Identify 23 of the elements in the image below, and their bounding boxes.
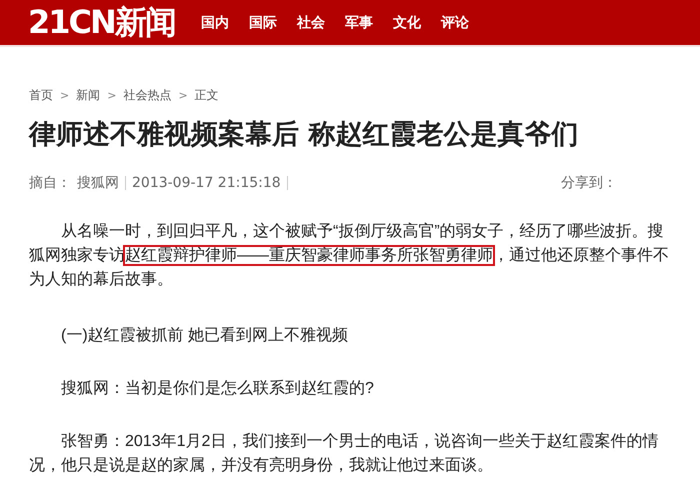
article-title: 律师述不雅视频案幕后 称赵红霞老公是真爷们 [29,118,580,152]
breadcrumb-link[interactable]: 新闻 [76,87,100,104]
article-paragraph: 张智勇：2013年1月2日，我们接到一个男士的电话，说咨询一些关于赵红霞案件的情况，他只是说是赵的家属，并没有亮明身份，我就让他过来面谈。 [29,431,660,476]
breadcrumb-link[interactable]: 首页 [29,87,53,104]
nav-link[interactable]: 文化 [392,14,421,32]
nav-link[interactable]: 国际 [248,14,277,32]
nav-link[interactable]: 军事 [344,14,373,32]
site-logo[interactable]: 21CN新闻 [28,0,175,44]
breadcrumb-link[interactable]: 社会热点 [123,87,172,104]
article-paragraph: 搜狐网：当初是你们是怎么联系到赵红霞的? [60,378,375,399]
nav-link[interactable]: 评论 [440,14,469,32]
nav-link[interactable]: 国内 [200,14,229,32]
source-name: 搜狐网 [77,174,119,192]
article-paragraph: (一)赵红霞被抓前 她已看到网上不雅视频 [60,326,350,346]
breadcrumb-separator: > [107,89,116,102]
nav-link[interactable]: 社会 [296,14,325,32]
breadcrumb-separator: > [60,89,70,102]
article-paragraph: 从名噪一时，到回归平凡，这个被赋予“扳倒厅级高官”的弱女子，经历了哪些波折。搜狐网独家专访赵红霞辩护律师——重庆智豪律师事务所张智勇律师，通过他还原整个事件不为人知的幕后故事。 [29,222,669,290]
source-label: 摘自： [29,174,71,192]
share-label: 分享到： [561,174,617,192]
publish-date: 2013-09-17 21:15:18 [132,175,281,191]
breadcrumb-separator: > [178,89,188,102]
breadcrumb-link[interactable]: 正文 [194,87,219,104]
